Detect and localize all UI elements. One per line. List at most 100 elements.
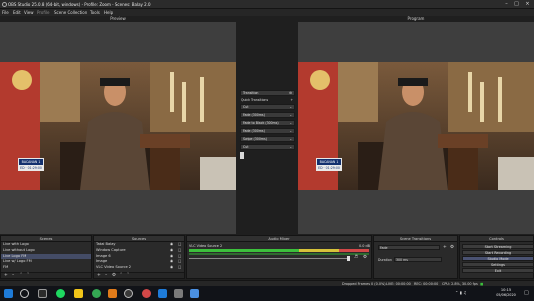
studio-mode-button[interactable]: Studio Mode [462,256,534,262]
audio-mixer-panel: Audio Mixer VLC Video Source 2 0.0 dB ♬ … [186,235,372,279]
volume-slider-handle[interactable] [347,256,350,261]
menu-file[interactable]: File [2,10,9,15]
gear-icon[interactable]: ⚙ [450,245,454,250]
vlc-icon[interactable] [108,289,117,298]
menu-profile[interactable]: Profile [37,10,49,15]
move-down-icon[interactable]: ˅ [27,273,29,279]
gear-icon[interactable]: ⚙ [112,273,116,279]
quick-transitions-label: Quick Transitions + [240,98,295,103]
lower-third: BACANAN 1 ED · 01:29:00 [18,158,44,171]
sources-panel: Sources Tatai Balay ◉ □ Window Capture ◉ □ I… [93,235,185,279]
quick-transition-cut[interactable]: Cut ⌄ [240,104,295,110]
volume-slider[interactable] [189,258,347,259]
eye-icon[interactable]: ◉ [170,265,173,271]
minimize-icon[interactable]: – [502,1,511,8]
search-icon[interactable] [20,289,29,298]
spotify-icon[interactable] [56,289,65,298]
chevron-down-icon[interactable]: ⌄ [289,145,292,150]
app-icon[interactable] [174,289,183,298]
program-lower-third: BACANAN 1 ED · 01:29:00 [316,158,342,171]
volume-meter-2 [189,253,369,255]
start-recording-button[interactable]: Start Recording [462,250,534,256]
quick-transition-fade-2[interactable]: Fade (300ms) ⌄ [240,128,295,134]
quick-transition-swipe[interactable]: Swipe (300ms) ⌄ [240,136,295,142]
obs-taskbar-icon[interactable] [124,289,133,298]
menu-tools[interactable]: Tools [90,10,100,15]
add-icon[interactable]: + [443,245,447,250]
menu-bar: File Edit View Profile Scene Collection … [0,9,534,16]
duration-input[interactable]: 300 ms [394,257,442,262]
quick-transition-label: Swipe (300ms) [243,137,267,141]
settings-button[interactable]: Settings [462,262,534,268]
taskbar: ⌃ ▮ ♫ 10:15 05/06/2020 □ [0,286,534,301]
quick-transition-label: Fade (300ms) [243,113,265,117]
gear-icon[interactable]: ⚙ [289,91,292,96]
add-scene-icon[interactable]: + [4,273,8,279]
source-label: Tatai Balay [96,242,116,246]
lower-third-sub: ED · 01:29:00 [19,165,43,171]
controls-panel: Controls Start Streaming Start Recording… [459,235,534,279]
source-label: Image [96,259,108,264]
windows-start-icon[interactable] [4,289,13,298]
task-view-icon[interactable] [38,289,47,298]
quick-transition-cut-2[interactable]: Cut ⌄ [240,144,295,150]
speaker-icon[interactable]: ♬ [354,255,358,260]
obs-logo-icon [2,2,7,7]
start-streaming-button[interactable]: Start Streaming [462,244,534,250]
chevron-down-icon[interactable]: ⌄ [289,113,292,118]
quick-transition-label: Fade (300ms) [243,129,265,133]
quick-transition-label: Cut [243,105,249,109]
move-up-icon[interactable]: ˄ [120,273,122,279]
menu-edit[interactable]: Edit [13,10,21,15]
source-label: Window Capture [96,247,126,252]
meter-red [339,249,369,252]
chevron-down-icon[interactable]: ⌄ [289,105,292,110]
move-up-icon[interactable]: ˄ [20,273,22,279]
sources-toolbar: + – ⚙ ˄ ˅ [94,272,184,278]
meter-yellow [299,249,339,252]
move-down-icon[interactable]: ˅ [127,273,129,279]
scene-item[interactable]: FM [1,265,91,271]
chevron-down-icon[interactable]: ⌄ [289,121,292,126]
program-lower-third-sub: ED · 01:29:00 [317,165,341,171]
close-icon[interactable]: × [523,1,532,8]
add-icon[interactable]: + [290,98,293,103]
source-item[interactable]: VLC Video Source 2 ◉ □ [94,265,184,271]
quick-transition-label: Cut [243,145,249,149]
transition-button[interactable]: Transition ⚙ [240,90,295,96]
lock-icon[interactable]: □ [178,265,181,271]
remove-source-icon[interactable]: – [105,273,107,279]
quick-transition-fade-1[interactable]: Fade (300ms) ⌄ [240,112,295,118]
scenes-toolbar: + – ˄ ˅ [1,272,91,278]
mixer-channel-db: 0.0 dB [359,244,370,248]
preview-video: BACANAN 1 ED · 01:29:00 [0,62,236,190]
app-icon[interactable] [190,289,199,298]
menu-view[interactable]: View [24,10,34,15]
exit-button[interactable]: Exit [462,268,534,274]
taskbar-date[interactable]: 05/06/2020 [492,293,520,297]
quick-transitions-text: Quick Transitions [241,98,269,102]
remove-scene-icon[interactable]: – [12,273,14,279]
notification-icon[interactable]: □ [524,290,529,296]
app-icon[interactable] [158,289,167,298]
menu-scene-collection[interactable]: Scene Collection [54,10,87,15]
gear-icon[interactable]: ⚙ [363,255,367,260]
transition-select-value: Fade [380,246,388,250]
duration-label: Duration [378,258,392,262]
add-source-icon[interactable]: + [97,273,101,279]
chevron-down-icon[interactable]: ⌄ [289,129,292,134]
quick-transition-fade-black[interactable]: Fade to Black (300ms) ⌄ [240,120,295,126]
transition-button-label: Transition [243,91,259,95]
program-video: BACANAN 1 ED · 01:29:00 [298,62,534,190]
taskbar-time[interactable]: 10:15 [494,288,518,292]
scene-transitions-panel: Scene Transitions Fade + ⚙ Duration 300 … [373,235,458,279]
chevron-down-icon[interactable]: ⌄ [289,137,292,142]
menu-help[interactable]: Help [104,10,113,15]
app-icon[interactable] [142,289,151,298]
file-explorer-icon[interactable] [74,289,83,298]
maximize-icon[interactable]: □ [512,1,521,8]
transition-select[interactable]: Fade [378,245,440,250]
chrome-icon[interactable] [92,289,101,298]
t-bar-slider[interactable] [240,152,244,159]
tray-icons[interactable]: ⌃ ▮ ♫ [455,290,467,295]
